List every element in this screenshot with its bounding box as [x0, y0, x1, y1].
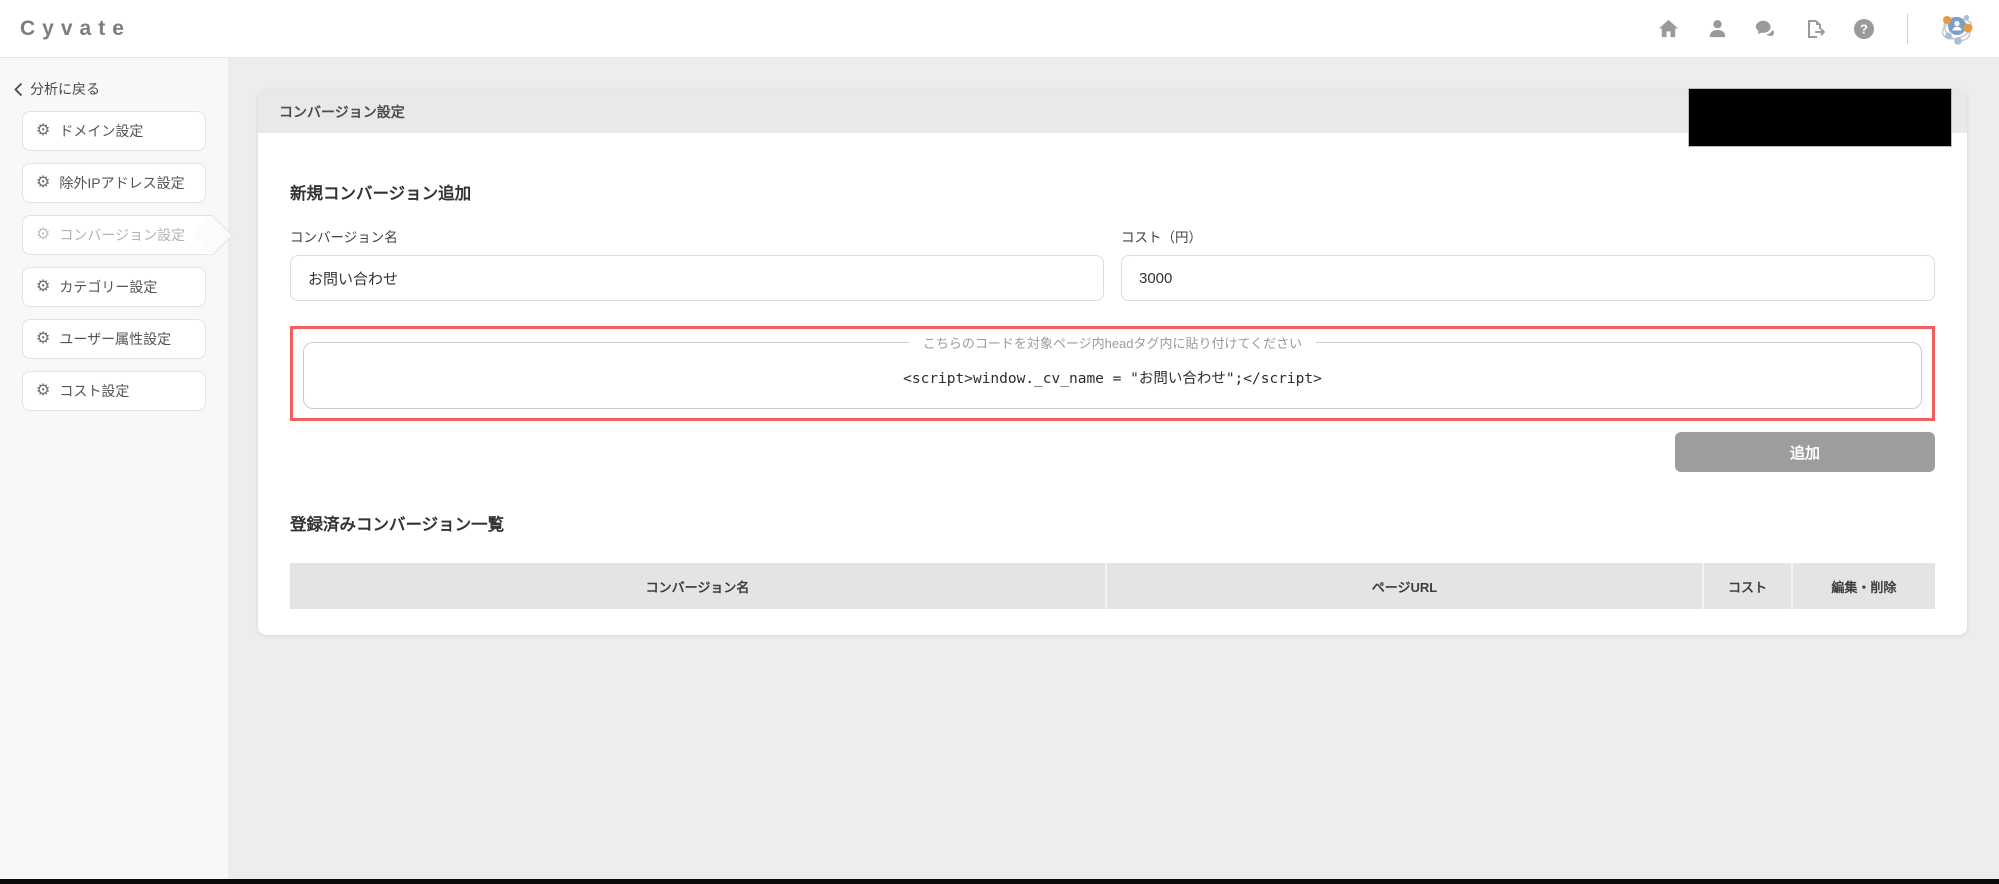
gear-icon: ⚙ [36, 174, 51, 191]
conversion-name-input[interactable] [290, 255, 1104, 301]
sidebar-item-domain-settings[interactable]: ⚙ ドメイン設定 [22, 111, 206, 151]
back-link-label: 分析に戻る [30, 81, 100, 97]
registered-conversions-table: コンバージョン名 ページURL コスト 編集・削除 [290, 563, 1935, 609]
sidebar-item-category-settings[interactable]: ⚙ カテゴリー設定 [22, 267, 206, 307]
code-snippet-instruction: こちらのコードを対象ページ内headタグ内に貼り付けてください [922, 336, 1303, 351]
new-conversion-heading: 新規コンバージョン追加 [290, 185, 472, 203]
table-header-row: コンバージョン名 ページURL コスト 編集・削除 [290, 563, 1935, 609]
bottom-edge-bar [0, 879, 1999, 884]
chevron-left-icon [14, 82, 23, 96]
cost-label: コスト（円） [1121, 230, 1202, 245]
gear-icon: ⚙ [36, 122, 51, 139]
user-icon[interactable] [1705, 17, 1729, 41]
add-button[interactable]: 追加 [1675, 432, 1935, 472]
sidebar-item-label: 除外IPアドレス設定 [59, 175, 185, 191]
add-button-row: 追加 [290, 432, 1935, 472]
help-icon[interactable]: ? [1852, 17, 1876, 41]
gear-icon: ⚙ [36, 330, 51, 347]
back-to-analysis-link[interactable]: 分析に戻る [14, 79, 228, 99]
sidebar-item-user-attribute-settings[interactable]: ⚙ ユーザー属性設定 [22, 319, 206, 359]
column-header-cost: コスト [1702, 563, 1792, 609]
card-title: コンバージョン設定 [279, 103, 405, 120]
sidebar-item-cost-settings[interactable]: ⚙ コスト設定 [22, 371, 206, 411]
redacted-account-info [1688, 88, 1952, 147]
settings-sidebar: 分析に戻る ⚙ ドメイン設定 ⚙ 除外IPアドレス設定 ⚙ コンバージョン設定 … [0, 58, 228, 879]
sidebar-item-label: コンバージョン設定 [59, 227, 186, 243]
registered-list-heading: 登録済みコンバージョン一覧 [290, 516, 505, 534]
chat-icon[interactable] [1754, 17, 1778, 41]
sidebar-item-label: ユーザー属性設定 [59, 331, 172, 347]
gear-icon: ⚙ [36, 278, 51, 295]
code-snippet-box: こちらのコードを対象ページ内headタグ内に貼り付けてください <script>… [303, 333, 1922, 409]
topbar-actions: ? [1656, 11, 1975, 47]
new-conversion-fields: コンバージョン名 コスト（円） [290, 204, 1935, 301]
svg-text:?: ? [1860, 21, 1868, 36]
column-header-page-url: ページURL [1104, 563, 1704, 609]
card-body: 新規コンバージョン追加 コンバージョン名 コスト（円） こちらのコードを対象ペー… [258, 180, 1967, 609]
sidebar-item-excluded-ip-settings[interactable]: ⚙ 除外IPアドレス設定 [22, 163, 206, 203]
code-snippet-alert: こちらのコードを対象ページ内headタグ内に貼り付けてください <script>… [290, 326, 1935, 421]
cost-input[interactable] [1121, 255, 1935, 301]
column-header-edit-delete: 編集・削除 [1790, 563, 1935, 609]
sidebar-item-conversion-settings[interactable]: ⚙ コンバージョン設定 [22, 215, 213, 255]
export-icon[interactable] [1803, 17, 1827, 41]
gear-icon: ⚙ [36, 226, 51, 243]
conversion-name-field-group: コンバージョン名 [290, 204, 1104, 301]
brand-network-icon[interactable] [1939, 11, 1975, 47]
sidebar-item-label: カテゴリー設定 [59, 279, 158, 295]
home-icon[interactable] [1656, 17, 1680, 41]
conversion-name-label: コンバージョン名 [290, 230, 398, 245]
brand-logo: Cyvate [20, 16, 131, 40]
sidebar-item-label: コスト設定 [59, 383, 130, 399]
conversion-settings-card: コンバージョン設定 新規コンバージョン追加 コンバージョン名 コスト（円） こち… [258, 90, 1967, 635]
gear-icon: ⚙ [36, 382, 51, 399]
column-header-conversion-name: コンバージョン名 [290, 563, 1106, 609]
topbar-divider [1907, 13, 1908, 44]
cost-field-group: コスト（円） [1121, 204, 1935, 301]
sidebar-item-label: ドメイン設定 [59, 123, 144, 139]
topbar: Cyvate ? [0, 0, 1999, 58]
code-snippet-text: <script>window._cv_name = "お問い合わせ";</scr… [903, 371, 1322, 387]
